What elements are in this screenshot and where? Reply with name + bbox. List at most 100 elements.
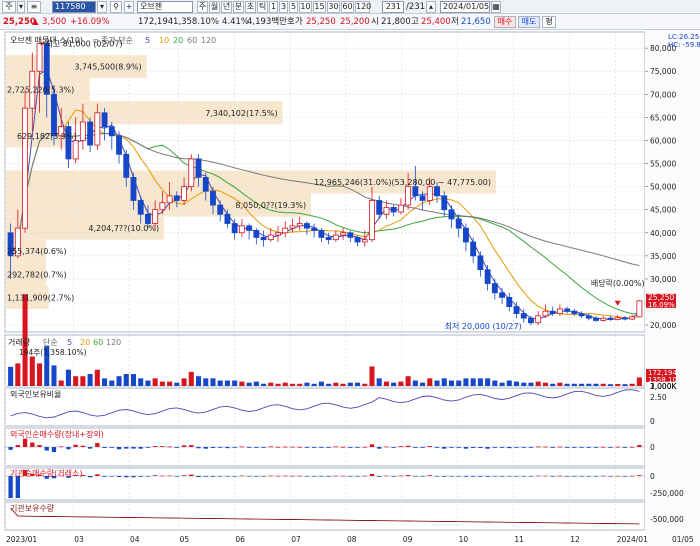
candle-body (253, 230, 260, 238)
candle-body (94, 112, 101, 146)
foreign-net-bar (405, 445, 411, 447)
inst-net-bar (492, 476, 498, 477)
plus-icon[interactable]: + (124, 1, 134, 13)
period-button-13[interactable]: 120 (355, 1, 371, 13)
period-button-1[interactable]: 월 (209, 1, 220, 13)
foreign-net-bar (290, 446, 295, 448)
candle-body (513, 306, 520, 314)
volume-value: 172,194 (138, 17, 174, 27)
sell-button[interactable]: 매도 (518, 16, 540, 28)
volume-bar (73, 376, 79, 386)
date-input[interactable]: 2024/01/05 (440, 1, 490, 13)
foreign-net-title: 외국인순매수량(장내+장외) (10, 429, 104, 439)
volume-bar (593, 383, 599, 386)
period-button-11[interactable]: 30 (327, 1, 340, 13)
inst-net-bar (160, 475, 165, 477)
candle-body (419, 195, 426, 201)
volume-bar (391, 382, 397, 386)
code-dropdown-icon[interactable]: ▾ (97, 1, 107, 13)
period-button-7[interactable]: 3 (279, 1, 288, 13)
eval-button[interactable]: 평 (542, 16, 556, 28)
stock-code-input[interactable]: 117580 (52, 1, 96, 13)
ma-legend-period: 5 (145, 36, 150, 45)
inst-net-bar (601, 475, 606, 477)
price-tick-label: 40,000 (650, 229, 676, 238)
period-button-4[interactable]: 초 (245, 1, 256, 13)
inst-net-bar (557, 475, 563, 477)
foreign-net-bar (15, 445, 21, 447)
candle-body (79, 121, 86, 141)
volume-bar (195, 376, 202, 386)
candle-body (130, 176, 137, 201)
foreign-net-bar (254, 447, 259, 448)
open-price: 21,800 (381, 17, 411, 27)
x-tick-label: 03 (74, 535, 84, 544)
foreign-net-bar (95, 443, 100, 447)
inst-net-bar (608, 476, 613, 477)
foreign-net-bar (138, 447, 143, 449)
period-button-12[interactable]: 60 (341, 1, 354, 13)
stock-chart[interactable]: 80,00075,00070,00065,00060,00055,00050,0… (0, 30, 700, 546)
dividend-annotation: 배당락(0.00%) (591, 278, 645, 288)
period-button-5[interactable]: 틱 (257, 1, 268, 13)
foreign-ratio-tick: 0 (650, 417, 655, 426)
search-icon[interactable]: ⚲ (110, 1, 122, 13)
bar-count-input[interactable]: 231 (382, 1, 404, 13)
period-button-9[interactable]: 10 (299, 1, 312, 13)
period-button-3[interactable]: 분 (233, 1, 244, 13)
foreign-net-bar (413, 447, 418, 448)
period-button-6[interactable]: 1 (269, 1, 278, 13)
volume-bar (383, 381, 389, 386)
foreign-net-bar (377, 447, 382, 449)
volume-bar (477, 378, 483, 386)
inst-net-bar (246, 476, 252, 477)
calendar-icon[interactable]: ▦ (491, 1, 501, 13)
candle-body (593, 317, 599, 321)
volume-bar (297, 383, 303, 386)
volume-bar (550, 383, 556, 386)
foreign-net-bar (355, 447, 360, 448)
price-tick-label: 20,000 (650, 321, 676, 330)
inst-net-bar (87, 476, 93, 478)
candle-body (636, 300, 643, 318)
volume-bar (499, 382, 505, 386)
inst-net-bar (543, 475, 548, 477)
foreign-net-bar (261, 447, 266, 448)
buy-button[interactable]: 매수 (494, 16, 516, 28)
volume-profile-label: 3,745,500(8.9%) (74, 63, 141, 72)
foreign-net-bar (326, 447, 331, 448)
chart-type-select[interactable]: 주 (2, 1, 16, 13)
candle-body (51, 93, 57, 137)
candle-body (491, 283, 498, 294)
calendar-prev-icon[interactable]: ▴ (426, 1, 436, 13)
volume-bar (94, 369, 100, 386)
inst-net-bar (615, 475, 620, 477)
period-button-10[interactable]: 15 (313, 1, 326, 13)
lc-label: LC:26.25 (668, 33, 699, 41)
inst-net-bar (442, 476, 447, 477)
ma-legend-period: 20 (173, 36, 183, 45)
quote-label: 호가 (287, 17, 303, 27)
period-button-2[interactable]: 년 (221, 1, 232, 13)
foreign-net-bar (369, 444, 375, 447)
menu-icon[interactable]: ≡ (27, 1, 41, 13)
candle-body (87, 121, 94, 146)
inst-net-bar (434, 476, 440, 477)
candle-body (260, 236, 267, 241)
candle-body (181, 186, 187, 201)
volume-bar (318, 381, 324, 386)
volume-bar (145, 380, 151, 386)
volume-bar (224, 380, 230, 386)
period-button-8[interactable]: 5 (289, 1, 298, 13)
inst-net-bar (116, 476, 122, 477)
candle-body (614, 317, 621, 320)
foreign-net-bar (442, 447, 447, 449)
volume-bar (102, 378, 108, 386)
stock-name-field[interactable]: 오브젠 (137, 1, 193, 13)
dropdown-icon[interactable]: ▾ (17, 1, 25, 13)
price-tick-label: 30,000 (650, 275, 676, 284)
volume-bar (535, 381, 541, 386)
inst-net-bar (550, 476, 555, 477)
x-tick-label: 04 (130, 535, 140, 544)
period-button-0[interactable]: 주 (197, 1, 208, 13)
